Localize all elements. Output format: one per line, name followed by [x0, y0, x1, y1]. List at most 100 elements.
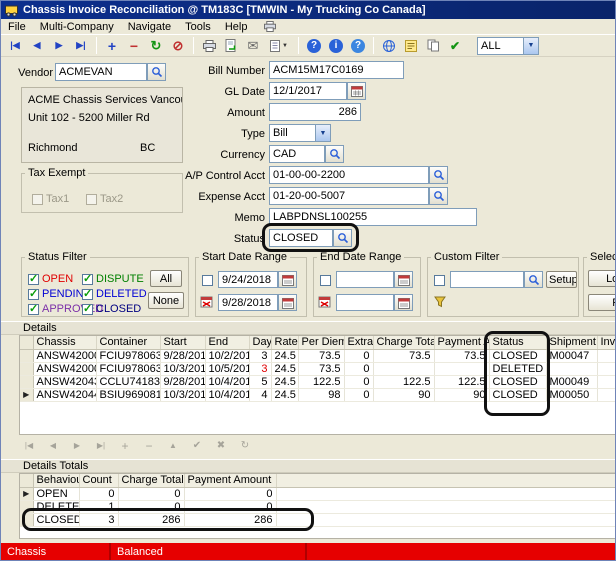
cell-rate[interactable]: 24.5	[271, 362, 298, 375]
cell-rate[interactable]: 24.5	[271, 375, 298, 388]
cell-charge-total[interactable]: 286	[118, 513, 184, 526]
cell-rate[interactable]: 24.5	[271, 388, 298, 401]
cell-status[interactable]: DELETED	[489, 362, 546, 375]
menu-file[interactable]: File	[1, 20, 33, 34]
cell-start[interactable]: 9/28/2018	[160, 375, 205, 388]
all-button[interactable]: All	[150, 270, 182, 287]
cell-payment-amt[interactable]: 90	[434, 388, 489, 401]
cell-chassis[interactable]: ANSW420442	[33, 388, 96, 401]
setup-button[interactable]: Setup	[546, 271, 577, 288]
cell-inv[interactable]	[597, 349, 616, 362]
cell-shipment-id[interactable]: M00047	[546, 349, 597, 362]
cell-days[interactable]: 4	[249, 388, 271, 401]
cell-container[interactable]: CCLU7418306	[96, 375, 160, 388]
copy-button[interactable]	[423, 36, 443, 55]
expense-acct-input[interactable]	[269, 187, 429, 205]
nav-insert-button[interactable]: +	[115, 438, 135, 453]
web-link-button[interactable]	[379, 36, 399, 55]
filter-dispute-checkbox[interactable]: ✓ DISPUTE	[82, 273, 144, 285]
cell-status[interactable]: CLOSED	[489, 388, 546, 401]
cell-per-diem[interactable]: 98	[298, 388, 344, 401]
attachments-dropdown-button[interactable]: ▼	[265, 36, 293, 55]
cell-payment-amount[interactable]: 286	[184, 513, 276, 526]
cell-inv[interactable]	[597, 388, 616, 401]
tax2-checkbox[interactable]: Tax2	[86, 193, 123, 205]
nav-delete-button[interactable]: −	[139, 438, 159, 453]
col-count[interactable]: Count	[79, 474, 118, 487]
cell-end[interactable]: 10/4/2018	[205, 375, 249, 388]
clear-start-date-icon[interactable]	[200, 295, 214, 309]
cell-status[interactable]: CLOSED	[489, 375, 546, 388]
totals-row-deleted[interactable]: DELETED 1 0 0	[20, 500, 616, 513]
start-date-to-input[interactable]	[218, 294, 278, 311]
cell-extra[interactable]: 0	[344, 362, 373, 375]
status-lookup-button[interactable]	[333, 229, 352, 247]
cell-per-diem[interactable]: 122.5	[298, 375, 344, 388]
cell-end[interactable]: 10/4/2018	[205, 388, 249, 401]
col-end[interactable]: End	[205, 336, 249, 349]
cell-per-diem[interactable]: 73.5	[298, 349, 344, 362]
status-input[interactable]	[269, 229, 333, 247]
file-button[interactable]: Fil	[588, 294, 616, 311]
cell-extra[interactable]: 0	[344, 388, 373, 401]
notes-button[interactable]	[401, 36, 421, 55]
currency-lookup-button[interactable]	[325, 145, 344, 163]
cell-rate[interactable]: 24.5	[271, 349, 298, 362]
prior-record-button[interactable]: ◀	[27, 36, 47, 55]
titlebar[interactable]: Chassis Invoice Reconciliation @ TM183C …	[1, 1, 615, 19]
cell-payment-amount[interactable]: 0	[184, 487, 276, 500]
start-date-to-calendar-button[interactable]	[278, 294, 297, 311]
details-row-4[interactable]: ▶ ANSW420442 BSIU969081 10/3/2018 10/4/2…	[20, 388, 616, 401]
cell-chassis[interactable]: ANSW420004	[33, 362, 96, 375]
tax1-checkbox[interactable]: Tax1	[32, 193, 69, 205]
col-extra[interactable]: Extra	[344, 336, 373, 349]
nav-next-button[interactable]: ▶	[67, 438, 87, 453]
end-date-to-input[interactable]	[336, 294, 394, 311]
menubar-print-icon[interactable]	[264, 21, 276, 32]
col-shipment-id[interactable]: Shipment ID	[546, 336, 597, 349]
col-chassis[interactable]: Chassis	[33, 336, 96, 349]
col-container[interactable]: Container	[96, 336, 160, 349]
gl-date-input[interactable]	[269, 82, 347, 100]
cell-extra[interactable]: 0	[344, 349, 373, 362]
nav-edit-button[interactable]: ▲	[163, 438, 183, 453]
cell-chassis[interactable]: ANSW420439	[33, 375, 96, 388]
info-button[interactable]: i	[326, 36, 346, 55]
cell-behaviour[interactable]: CLOSED	[33, 513, 79, 526]
filter-funnel-icon[interactable]	[434, 296, 446, 308]
cell-chassis[interactable]: ANSW420004	[33, 349, 96, 362]
col-charge-total[interactable]: Charge Total	[373, 336, 434, 349]
vendor-input[interactable]	[55, 63, 147, 81]
cell-payment-amt[interactable]: 122.5	[434, 375, 489, 388]
bill-number-input[interactable]	[269, 61, 404, 79]
add-record-button[interactable]: +	[102, 36, 122, 55]
ap-control-input[interactable]	[269, 166, 429, 184]
first-record-button[interactable]: |◀	[5, 36, 25, 55]
cell-days[interactable]: 3	[249, 362, 271, 375]
menu-navigate[interactable]: Navigate	[121, 20, 178, 34]
expense-acct-lookup-button[interactable]	[429, 187, 448, 205]
ap-control-lookup-button[interactable]	[429, 166, 448, 184]
col-payment-amount[interactable]: Payment Amount	[184, 474, 276, 487]
nav-prior-button[interactable]: ◀	[43, 438, 63, 453]
cell-container[interactable]: FCIU978063	[96, 362, 160, 375]
support-button[interactable]: ?	[348, 36, 368, 55]
help-button[interactable]: ?	[304, 36, 324, 55]
cell-days[interactable]: 3	[249, 349, 271, 362]
none-button[interactable]: None	[148, 292, 184, 309]
cell-behaviour[interactable]: DELETED	[33, 500, 79, 513]
delete-record-button[interactable]: −	[124, 36, 144, 55]
nav-last-button[interactable]: ▶|	[91, 438, 111, 453]
col-days[interactable]: Days	[249, 336, 271, 349]
custom-filter-lookup-button[interactable]	[524, 271, 543, 288]
end-date-checkbox[interactable]	[320, 274, 331, 286]
nav-cancel-button[interactable]: ✖	[211, 438, 231, 453]
cell-shipment-id[interactable]: M00049	[546, 375, 597, 388]
cell-payment-amt[interactable]	[434, 362, 489, 375]
clear-end-date-icon[interactable]	[318, 295, 332, 309]
custom-filter-input[interactable]	[450, 271, 524, 288]
start-date-from-input[interactable]	[218, 271, 278, 288]
cell-container[interactable]: FCIU978063	[96, 349, 160, 362]
refresh-button[interactable]: ↻	[146, 36, 166, 55]
totals-row-open[interactable]: ▶ OPEN 0 0 0	[20, 487, 616, 500]
